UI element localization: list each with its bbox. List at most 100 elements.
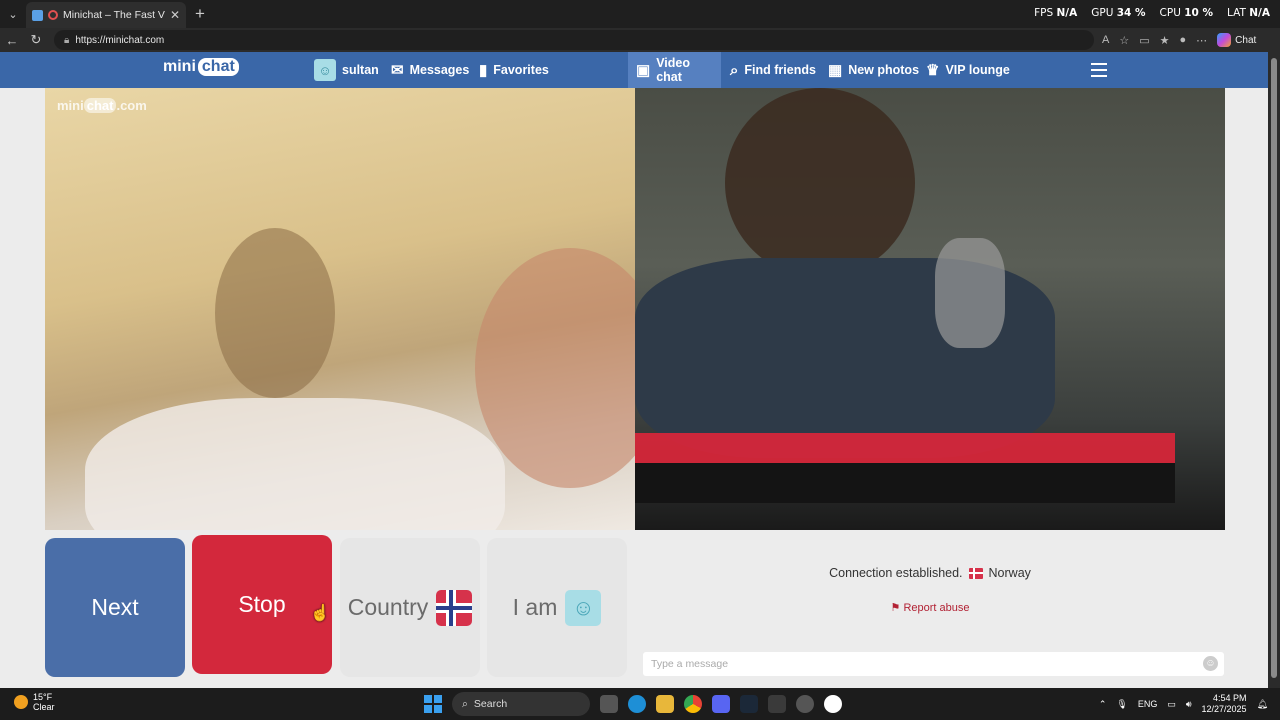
page-scrollbar[interactable] — [1268, 52, 1280, 688]
nav-new-photos[interactable]: ▦ New photos — [828, 52, 919, 88]
clock[interactable]: 4:54 PM 12/27/2025 — [1202, 693, 1247, 715]
taskbar-search-label: Search — [473, 698, 508, 710]
url-text: https://minichat.com — [75, 34, 165, 46]
video-keyboard-glow — [635, 433, 1175, 463]
country-button[interactable]: Country — [340, 538, 480, 677]
browser-tab-bar: ⌄ Minichat – The Fast Video Chat ✕ + FPS… — [0, 0, 1280, 28]
url-field[interactable]: 🔒︎ https://minichat.com — [54, 30, 1094, 50]
nav-user-label: sultan — [342, 63, 379, 77]
nav-messages[interactable]: ✉ Messages — [391, 52, 469, 88]
microphone-icon[interactable]: 🎙︎ — [1116, 699, 1127, 710]
connection-status-text: Connection established. — [829, 566, 963, 580]
nav-video-chat-label: Video chat — [656, 56, 690, 84]
network-icon[interactable]: ▭ — [1167, 699, 1176, 710]
taskbar-search[interactable]: ⌕ Search — [452, 692, 590, 716]
minichat-page: mini chat ☺ sultan ✉ Messages ▮ Favorite… — [0, 52, 1268, 688]
nav-find-friends[interactable]: ⌕ Find friends — [730, 52, 816, 88]
partner-country: Norway — [988, 566, 1031, 580]
tab-actions-menu[interactable]: ⌄ — [0, 0, 26, 28]
flag-icon: ⚑ — [890, 602, 901, 614]
nav-user[interactable]: ☺ sultan — [314, 52, 379, 88]
next-label: Next — [91, 594, 139, 620]
weather-widget[interactable]: 15°F Clear — [14, 692, 55, 712]
norway-flag-small-icon — [968, 567, 983, 579]
close-tab-icon[interactable]: ✕ — [170, 8, 180, 22]
back-icon[interactable]: ← — [0, 33, 24, 48]
more-icon[interactable]: ⋯ — [1196, 34, 1207, 47]
task-view-icon[interactable] — [600, 695, 618, 713]
chrome-icon[interactable] — [684, 695, 702, 713]
browser-tab[interactable]: Minichat – The Fast Video Chat ✕ — [26, 2, 186, 28]
chat-panel: Connection established. Norway ⚑ Report … — [635, 530, 1225, 688]
message-placeholder: Type a message — [651, 658, 729, 670]
chat-bubble-icon: ▣ — [636, 62, 651, 79]
volume-icon[interactable]: 🔊︎ — [1186, 699, 1192, 710]
weather-condition: Clear — [33, 702, 55, 712]
emoji-icon[interactable]: ☺ — [1203, 656, 1218, 671]
video-microphone — [935, 238, 1005, 348]
chevron-up-icon[interactable]: ⌃ — [1099, 699, 1107, 710]
xbox-icon[interactable] — [768, 695, 786, 713]
recording-icon — [48, 10, 58, 20]
steam-icon[interactable] — [740, 695, 758, 713]
new-tab-button[interactable]: + — [186, 4, 214, 24]
app-icon[interactable] — [796, 695, 814, 713]
performance-overlay: FPS N/A GPU 34 % CPU 10 % LAT N/A — [1034, 7, 1270, 19]
language-indicator[interactable]: ENG — [1138, 699, 1158, 709]
chat-label: Chat — [1235, 34, 1257, 46]
nav-vip-lounge-label: VIP lounge — [945, 63, 1010, 77]
stat-fps: FPS N/A — [1034, 7, 1078, 19]
nav-favorites[interactable]: ▮ Favorites — [479, 52, 549, 88]
copilot-chat-button[interactable]: Chat — [1217, 33, 1256, 47]
scrollbar-thumb[interactable] — [1271, 58, 1277, 678]
connection-status: Connection established. Norway — [635, 566, 1225, 580]
read-aloud-icon[interactable]: A — [1102, 34, 1109, 47]
watermark-bubble: chat — [83, 98, 117, 113]
profile-icon[interactable]: ● — [1180, 34, 1187, 47]
site-nav: mini chat ☺ sultan ✉ Messages ▮ Favorite… — [0, 52, 1268, 88]
envelope-icon: ✉ — [391, 62, 404, 79]
gender-button[interactable]: I am ☺ — [487, 538, 627, 677]
collections-icon[interactable]: ★ — [1160, 34, 1170, 47]
self-video — [635, 88, 1225, 530]
favicon-icon — [32, 9, 43, 21]
search-icon: ⌕ — [730, 61, 739, 79]
weather-sun-icon — [14, 695, 28, 709]
report-abuse-link[interactable]: ⚑ Report abuse — [635, 601, 1225, 614]
refresh-icon[interactable]: ↻ — [24, 32, 48, 48]
hamburger-menu-icon[interactable] — [1091, 63, 1107, 81]
person-icon: ☺ — [565, 589, 602, 626]
nav-messages-label: Messages — [409, 63, 470, 77]
start-button[interactable] — [424, 695, 442, 713]
video-keyboard — [635, 463, 1175, 503]
partner-video: mini chat .com — [45, 88, 635, 530]
iam-label: I am — [512, 594, 558, 620]
clock-time: 4:54 PM — [1213, 693, 1247, 703]
video-head — [725, 88, 915, 278]
notification-icon[interactable]: 🔔︎ — [1257, 699, 1268, 710]
report-abuse-label: Report abuse — [903, 602, 970, 614]
split-screen-icon[interactable]: ▭ — [1139, 34, 1149, 47]
search-icon: ⌕ — [462, 697, 468, 710]
next-button[interactable]: Next — [45, 538, 185, 677]
video-blanket — [85, 398, 505, 530]
file-explorer-icon[interactable] — [656, 695, 674, 713]
discord-icon[interactable] — [712, 695, 730, 713]
copilot-icon — [1217, 33, 1232, 47]
lock-icon: 🔒︎ — [64, 34, 70, 46]
address-bar-row: ← ↻ 🔒︎ https://minichat.com A ☆ ▭ ★ ● ⋯ … — [0, 28, 1280, 52]
nav-video-chat[interactable]: ▣ Video chat — [628, 52, 721, 88]
obs-icon[interactable] — [824, 695, 842, 713]
bookmark-icon: ▮ — [479, 62, 488, 79]
nav-favorites-label: Favorites — [493, 63, 549, 77]
edge-icon[interactable] — [628, 695, 646, 713]
system-tray: ⌃ 🎙︎ ENG ▭ 🔊︎ 4:54 PM 12/27/2025 🔔︎ — [1099, 693, 1268, 715]
favorite-star-icon[interactable]: ☆ — [1119, 34, 1129, 47]
nav-vip-lounge[interactable]: ♛ VIP lounge — [926, 52, 1010, 88]
video-watermark: mini chat .com — [57, 98, 147, 113]
site-logo[interactable]: mini chat — [163, 58, 239, 76]
crown-icon: ♛ — [926, 62, 940, 79]
message-input[interactable]: Type a message ☺ — [643, 652, 1224, 676]
video-figure-1 — [215, 228, 335, 398]
stat-cpu: CPU 10 % — [1159, 7, 1214, 19]
